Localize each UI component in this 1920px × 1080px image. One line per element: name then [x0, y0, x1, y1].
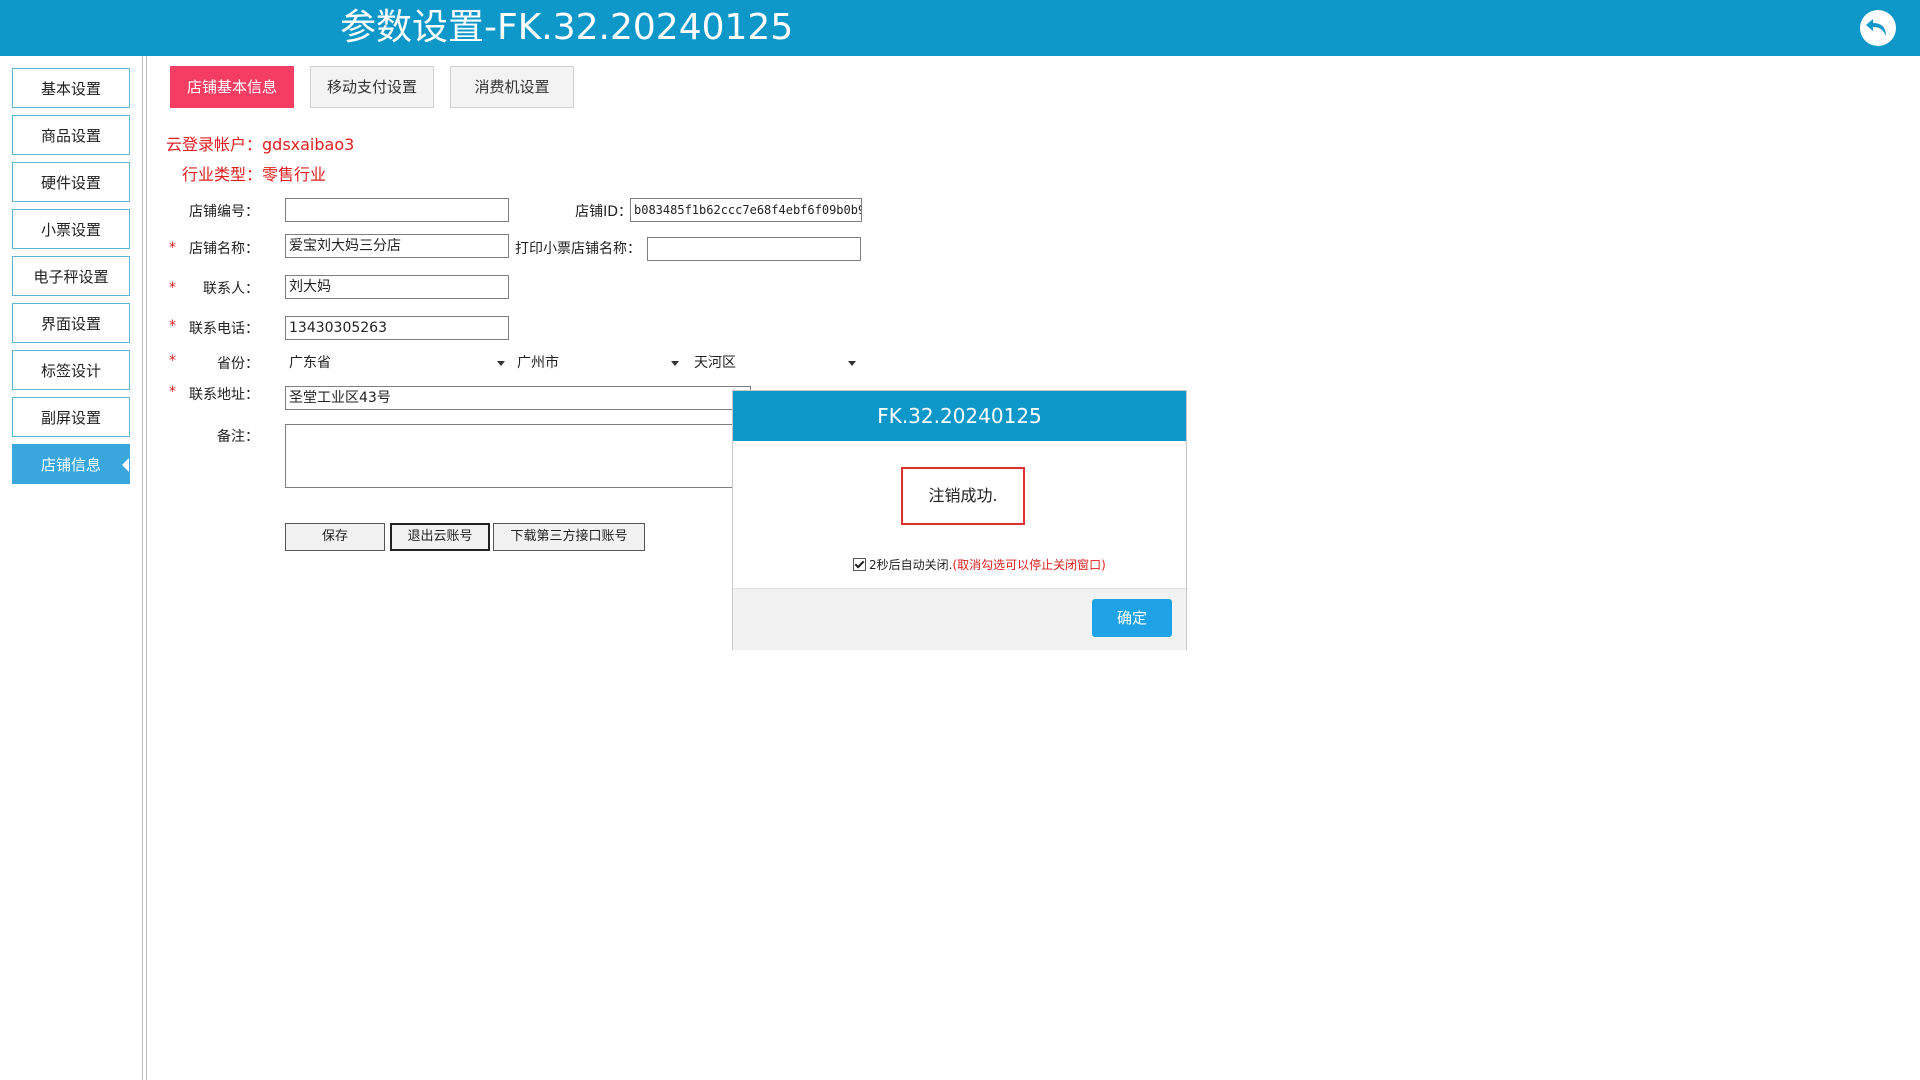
chevron-down-icon — [497, 361, 505, 366]
city-value: 广州市 — [517, 355, 559, 371]
tab-store-basic-info[interactable]: 店铺基本信息 — [170, 66, 294, 108]
title-bar: 参数设置-FK.32.20240125 — [0, 0, 1920, 56]
sidebar-item-hardware-settings[interactable]: 硬件设置 — [12, 162, 130, 202]
store-id-input[interactable]: b083485f1b62ccc7e68f4ebf6f09b0b9 — [630, 198, 862, 222]
city-select[interactable]: 广州市 — [513, 350, 683, 376]
address-input[interactable]: 圣堂工业区43号 — [285, 386, 751, 410]
sidebar-item-label-design[interactable]: 标签设计 — [12, 350, 130, 390]
industry-type-text: 行业类型：零售行业 — [182, 165, 327, 184]
required-mark: * — [169, 280, 176, 296]
back-arrow-icon — [1866, 19, 1886, 36]
sidebar-item-receipt-settings[interactable]: 小票设置 — [12, 209, 130, 249]
sidebar: 基本设置 商品设置 硬件设置 小票设置 电子秤设置 界面设置 标签设计 副屏设置… — [0, 56, 143, 1080]
back-button[interactable] — [1860, 10, 1896, 46]
sidebar-item-product-settings[interactable]: 商品设置 — [12, 115, 130, 155]
tab-consumer-machine[interactable]: 消费机设置 — [450, 66, 574, 108]
cloud-account-text: 云登录帐户：gdsxaibao3 — [166, 135, 355, 154]
chevron-down-icon — [848, 361, 856, 366]
district-value: 天河区 — [694, 355, 736, 371]
store-no-input[interactable] — [285, 198, 509, 222]
print-store-name-input[interactable] — [647, 237, 861, 261]
dialog-message: 注销成功. — [901, 467, 1025, 525]
dialog-footer: 确定 — [733, 588, 1186, 650]
address-label: 联系地址： — [189, 387, 259, 403]
phone-input[interactable]: 13430305263 — [285, 316, 509, 340]
required-mark: * — [169, 318, 176, 334]
required-mark: * — [169, 240, 176, 256]
required-mark: * — [169, 353, 176, 369]
auto-close-hint: (取消勾选可以停止关闭窗口) — [952, 558, 1106, 572]
message-dialog: FK.32.20240125 注销成功. 2秒后自动关闭.(取消勾选可以停止关闭… — [732, 390, 1187, 650]
store-name-label: 店铺名称： — [189, 241, 259, 257]
store-no-label: 店铺编号： — [189, 204, 259, 220]
window-title: 参数设置-FK.32.20240125 — [340, 7, 794, 48]
print-store-name-label: 打印小票店铺名称： — [515, 241, 641, 257]
dialog-title: FK.32.20240125 — [733, 391, 1186, 441]
store-id-label: 店铺ID： — [575, 204, 632, 220]
province-value: 广东省 — [289, 355, 331, 371]
contact-label: 联系人： — [203, 281, 259, 297]
auto-close-checkbox[interactable] — [853, 558, 866, 571]
sidebar-item-secondary-screen[interactable]: 副屏设置 — [12, 397, 130, 437]
auto-close-text: 2秒后自动关闭. — [869, 558, 953, 572]
save-button[interactable]: 保存 — [285, 523, 385, 551]
required-mark: * — [169, 384, 176, 400]
sidebar-item-store-info[interactable]: 店铺信息 — [12, 444, 130, 484]
province-label: 省份： — [217, 356, 259, 372]
sidebar-item-basic-settings[interactable]: 基本设置 — [12, 68, 130, 108]
province-select[interactable]: 广东省 — [285, 350, 509, 376]
auto-close-row: 2秒后自动关闭.(取消勾选可以停止关闭窗口) — [853, 556, 1106, 573]
sidebar-item-interface-settings[interactable]: 界面设置 — [12, 303, 130, 343]
store-name-input[interactable]: 爱宝刘大妈三分店 — [285, 234, 509, 258]
phone-label: 联系电话： — [189, 321, 259, 337]
sidebar-item-scale-settings[interactable]: 电子秤设置 — [12, 256, 130, 296]
chevron-down-icon — [671, 361, 679, 366]
remark-textarea[interactable] — [285, 424, 751, 488]
ok-button[interactable]: 确定 — [1092, 599, 1172, 637]
download-third-party-button[interactable]: 下载第三方接口账号 — [493, 523, 645, 551]
tab-mobile-payment[interactable]: 移动支付设置 — [310, 66, 434, 108]
remark-label: 备注： — [217, 429, 259, 445]
logout-cloud-button[interactable]: 退出云账号 — [390, 523, 490, 551]
contact-input[interactable]: 刘大妈 — [285, 275, 509, 299]
district-select[interactable]: 天河区 — [690, 350, 860, 376]
